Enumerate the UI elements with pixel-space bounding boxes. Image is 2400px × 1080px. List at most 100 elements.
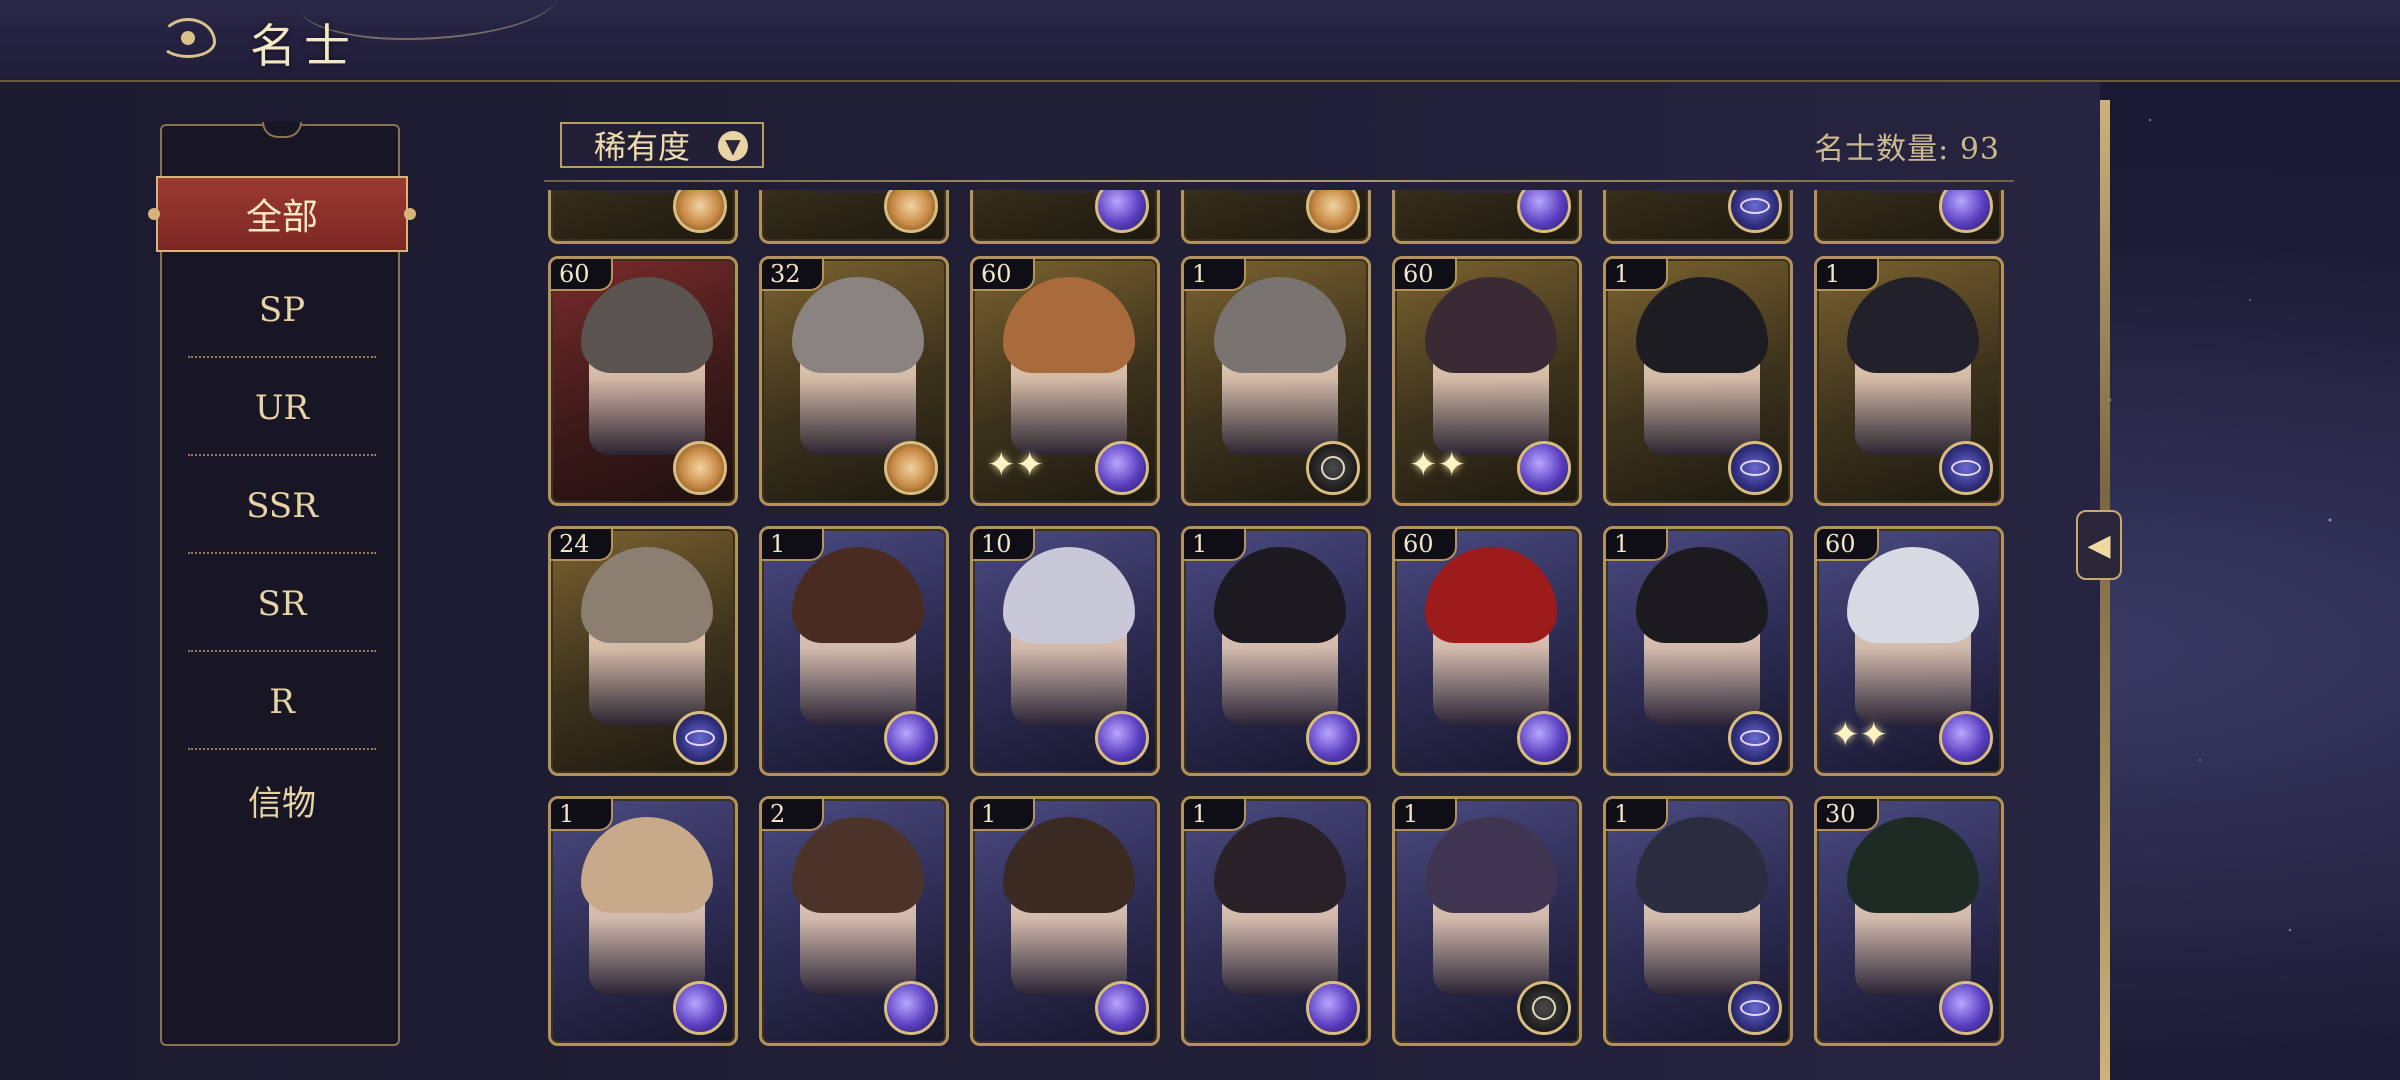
level-badge: 60 — [973, 259, 1035, 291]
element-sun-icon — [884, 441, 938, 495]
sidebar-item-sp[interactable]: SP — [188, 262, 376, 358]
character-card[interactable]: 1 — [548, 796, 738, 1046]
sidebar-item-sr[interactable]: SR — [188, 556, 376, 652]
level-badge: 1 — [551, 799, 613, 831]
character-card[interactable] — [970, 190, 1160, 244]
character-card[interactable]: 1 — [1181, 256, 1371, 506]
element-orb-icon — [1095, 190, 1149, 233]
character-card[interactable] — [548, 190, 738, 244]
element-orb-icon — [1517, 441, 1571, 495]
element-sun-icon — [673, 441, 727, 495]
character-hair — [1847, 817, 1979, 913]
sidebar-item-label: 信物 — [248, 783, 316, 824]
sidebar-item-ssr[interactable]: SSR — [188, 458, 376, 554]
level-badge: 60 — [1817, 529, 1879, 561]
element-ring-icon — [1728, 190, 1782, 233]
sidebar-item-all[interactable]: 全部 — [148, 176, 416, 252]
level-badge: 1 — [1184, 799, 1246, 831]
element-dark-icon — [1517, 981, 1571, 1035]
element-orb-icon — [884, 711, 938, 765]
character-hair — [1847, 547, 1979, 643]
level-badge: 1 — [1184, 529, 1246, 561]
character-hair — [792, 817, 924, 913]
character-hair — [1636, 817, 1768, 913]
sidebar-item-ur[interactable]: UR — [188, 360, 376, 456]
character-card[interactable] — [1181, 190, 1371, 244]
character-hair — [1003, 817, 1135, 913]
divider — [188, 454, 376, 456]
sidebar-item-label: SSR — [246, 486, 318, 526]
element-orb-icon — [1095, 441, 1149, 495]
filter-label: 稀有度 — [594, 128, 691, 166]
element-sun-icon — [1306, 190, 1360, 233]
level-badge: 60 — [1395, 259, 1457, 291]
character-card[interactable]: 1 — [1392, 796, 1582, 1046]
divider — [188, 356, 376, 358]
panel-edge-ornament — [2100, 100, 2110, 1080]
sidebar-item-label: UR — [254, 388, 310, 428]
character-card[interactable]: 1 — [1603, 526, 1793, 776]
level-badge: 1 — [762, 529, 824, 561]
character-hair — [1214, 547, 1346, 643]
divider — [188, 748, 376, 750]
character-card[interactable]: 60 — [1392, 526, 1582, 776]
character-card[interactable]: 1 — [1181, 796, 1371, 1046]
character-card[interactable] — [1392, 190, 1582, 244]
rarity-filter-dropdown[interactable]: 稀有度 ▼ — [560, 122, 764, 168]
element-ring-icon — [673, 711, 727, 765]
character-count: 名士数量: 93 — [1814, 132, 2000, 167]
character-card[interactable]: 24 — [548, 526, 738, 776]
element-orb-icon — [673, 981, 727, 1035]
sidebar-item-label: SP — [258, 290, 306, 330]
level-badge: 2 — [762, 799, 824, 831]
character-hair — [1214, 277, 1346, 373]
character-card[interactable] — [1814, 190, 2004, 244]
divider — [188, 650, 376, 652]
sidebar-item-token[interactable]: 信物 — [188, 752, 376, 848]
character-card[interactable]: 1 — [1181, 526, 1371, 776]
element-ring-icon — [1939, 441, 1993, 495]
character-hair — [1847, 277, 1979, 373]
level-badge: 60 — [1395, 529, 1457, 561]
header-divider — [544, 180, 2014, 182]
character-hair — [792, 547, 924, 643]
character-hair — [1636, 277, 1768, 373]
level-badge: 1 — [1606, 529, 1668, 561]
level-badge: 1 — [1184, 259, 1246, 291]
character-card[interactable]: 1 — [970, 796, 1160, 1046]
element-orb-icon — [1306, 981, 1360, 1035]
sparkle-icon: ✦✦ — [987, 445, 1044, 485]
character-card[interactable]: 32 — [759, 256, 949, 506]
page-title: 名士 — [250, 19, 358, 73]
element-orb-icon — [1939, 981, 1993, 1035]
sidebar-item-r[interactable]: R — [188, 654, 376, 750]
character-hair — [1003, 547, 1135, 643]
character-card[interactable]: 10 — [970, 526, 1160, 776]
element-dark-icon — [1306, 441, 1360, 495]
character-hair — [1425, 277, 1557, 373]
character-card[interactable]: 1 — [1603, 796, 1793, 1046]
character-card[interactable]: 60 — [548, 256, 738, 506]
level-badge: 30 — [1817, 799, 1879, 831]
character-card[interactable]: 1 — [1814, 256, 2004, 506]
level-badge: 32 — [762, 259, 824, 291]
element-sun-icon — [884, 190, 938, 233]
element-ring-icon — [1728, 981, 1782, 1035]
character-card[interactable]: 60 ✦✦ — [1392, 256, 1582, 506]
character-card[interactable]: 60 ✦✦ — [1814, 526, 2004, 776]
character-card[interactable]: 2 — [759, 796, 949, 1046]
character-card[interactable]: 1 — [759, 526, 949, 776]
character-card[interactable]: 30 — [1814, 796, 2004, 1046]
collapse-arrow-icon[interactable]: ◀ — [2076, 510, 2122, 580]
level-badge: 10 — [973, 529, 1035, 561]
character-card[interactable]: 1 — [1603, 256, 1793, 506]
element-sun-icon — [673, 190, 727, 233]
character-hair — [581, 547, 713, 643]
level-badge: 24 — [551, 529, 613, 561]
sparkle-icon: ✦✦ — [1831, 715, 1888, 755]
level-badge: 1 — [1395, 799, 1457, 831]
character-card[interactable]: 60 ✦✦ — [970, 256, 1160, 506]
cloud-swirl-icon — [160, 18, 216, 58]
character-card[interactable] — [1603, 190, 1793, 244]
character-card[interactable] — [759, 190, 949, 244]
